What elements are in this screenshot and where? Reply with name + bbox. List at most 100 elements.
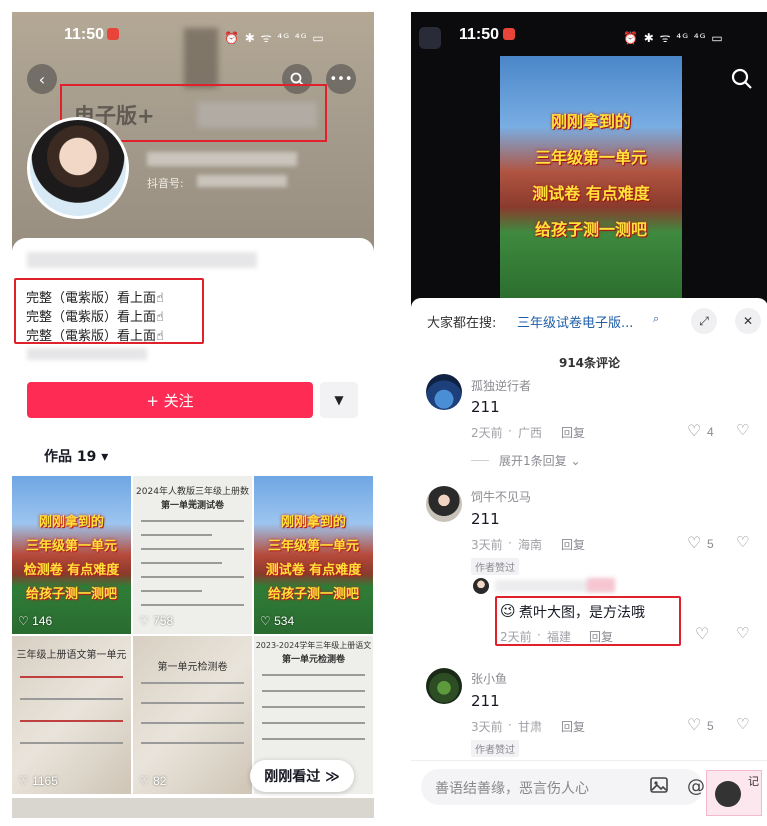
like-count: 5: [707, 719, 714, 733]
comment-text: 211: [471, 510, 500, 528]
douyin-id-label: 抖音号:: [147, 177, 184, 190]
bio-line-3: 完整（電紫版）看上面☝: [26, 329, 164, 344]
paper-line: [20, 698, 123, 700]
paper-line: [141, 562, 222, 564]
thumb-title-line: 测试卷 有点难度: [265, 563, 362, 578]
comment-author[interactable]: 饲牛不见马: [471, 488, 531, 505]
paper-line: [141, 742, 244, 744]
works-tab[interactable]: 作品 19 ▾: [44, 446, 108, 466]
reply-button[interactable]: 回复: [561, 424, 585, 441]
dislike-button[interactable]: ♡: [736, 624, 749, 642]
heart-icon: ♡: [687, 533, 702, 552]
follow-button[interactable]: + 关注: [27, 382, 313, 418]
heart-icon: ♡: [18, 614, 33, 628]
paper-line: [20, 742, 123, 744]
avatar[interactable]: [27, 117, 129, 219]
paper-line: [262, 690, 365, 692]
like-button[interactable]: ♡: [687, 421, 701, 440]
grid-row-partial: [12, 798, 374, 818]
video-title-line: 三年级第一单元: [534, 148, 647, 167]
paper-line: [262, 722, 365, 724]
video-thumb-2[interactable]: 2024年人教版三年级上册数学 第一单元测试卷 ♡ 758: [133, 476, 252, 634]
video-search-button[interactable]: [731, 68, 753, 94]
avatar[interactable]: [426, 668, 462, 704]
like-button[interactable]: ♡: [687, 715, 701, 734]
bio-line-2: 完整（電紫版）看上面☝: [26, 310, 164, 325]
video-thumb-1[interactable]: 刚刚拿到的 三年级第一单元 检测卷 有点难度 给孩子测一测吧 ♡ 146: [12, 476, 131, 634]
video-comments-screen: 11:50 ⏰ ✱ ᯤ ⁴ᴳ ⁴ᴳ ▭ 刚刚拿到的 三年级第一单元 测试卷 有点…: [411, 12, 767, 818]
comment-location: 甘肃: [518, 720, 543, 734]
broken-heart-icon: ♡: [736, 715, 750, 733]
reply-button[interactable]: 回复: [589, 628, 613, 645]
at-icon: @: [687, 776, 705, 797]
paper-heading: 2023-2024学年三年级上册语文: [255, 641, 372, 650]
profile-screen: 11:50 ⏰ ✱ ᯤ ⁴ᴳ ⁴ᴳ ▭ ‹ ••• 电子版+ 抖音号: 完整（電…: [12, 12, 374, 818]
video-thumb-5[interactable]: 第一单元检测卷 ♡ 82: [133, 636, 252, 794]
heart-icon: ♡: [139, 614, 154, 628]
comment-separator: ·: [508, 718, 512, 732]
paper-line: [262, 674, 365, 676]
like-button[interactable]: ♡: [687, 533, 701, 552]
avatar[interactable]: [426, 486, 462, 522]
comment-text: 211: [471, 398, 500, 416]
blurred-stats-row: [27, 252, 257, 268]
search-icon: [731, 68, 752, 89]
video-player[interactable]: 刚刚拿到的 三年级第一单元 测试卷 有点难度 给孩子测一测吧: [500, 56, 682, 308]
comment-time: 3天前: [471, 720, 503, 734]
expand-button[interactable]: ⤢: [691, 308, 717, 334]
comment-separator: ·: [508, 424, 512, 438]
comment-author[interactable]: 张小鱼: [471, 670, 507, 687]
broken-heart-icon: ♡: [736, 421, 750, 439]
expand-replies-button[interactable]: 展开1条回复 ⌄: [499, 452, 581, 469]
comment-input-placeholder: 善语结善缘，恶言伤人心: [435, 781, 589, 797]
thumb-title-line: 三年级第一单元: [267, 539, 359, 554]
expand-icon: ⤢: [699, 313, 709, 328]
more-button[interactable]: •••: [326, 64, 356, 94]
recommend-dropdown-button[interactable]: ▼: [320, 382, 358, 418]
video-title-line: 刚刚拿到的: [550, 112, 631, 131]
paper-heading: 第一单元检测卷: [157, 662, 228, 673]
heart-icon: ♡: [18, 774, 33, 788]
close-button[interactable]: ✕: [735, 308, 761, 334]
image-button[interactable]: [649, 775, 669, 799]
mention-button[interactable]: @: [687, 776, 705, 797]
avatar[interactable]: [426, 374, 462, 410]
blurred-author-badge: [587, 578, 615, 592]
app-icon: [419, 27, 441, 49]
paper-line: [141, 604, 244, 606]
comment-location: 福建: [547, 630, 572, 644]
comment-location: 广西: [518, 426, 543, 440]
just-watched-button[interactable]: 刚刚看过 ≫: [250, 760, 354, 792]
reply-button[interactable]: 回复: [561, 536, 585, 553]
avatar[interactable]: [473, 578, 489, 594]
dislike-button[interactable]: ♡: [736, 533, 749, 551]
comment-separator: ·: [537, 628, 541, 642]
author-liked-badge: 作者赞过: [471, 740, 519, 757]
thumb-title-line: 刚刚拿到的: [38, 515, 104, 530]
video-title-line: 给孩子测一测吧: [534, 220, 647, 239]
notification-icon: [503, 28, 515, 40]
video-thumb-3[interactable]: 刚刚拿到的 三年级第一单元 测试卷 有点难度 给孩子测一测吧 ♡ 534: [254, 476, 373, 634]
video-title-line: 测试卷 有点难度: [532, 184, 650, 203]
emoji-icon: 😉: [500, 602, 516, 620]
broken-heart-icon: ♡: [736, 624, 750, 642]
blurred-region: [184, 28, 218, 88]
trending-search-link[interactable]: 三年级试卷电子版...: [517, 312, 633, 331]
dislike-button[interactable]: ♡: [736, 715, 749, 733]
reply-button[interactable]: 回复: [561, 718, 585, 735]
comment-author[interactable]: 孤独逆行者: [471, 377, 531, 394]
comment-text: 211: [471, 692, 500, 710]
chevron-left-icon: ‹: [38, 69, 46, 89]
thumb-likes: ♡ 534: [260, 614, 295, 628]
paper-line: [141, 682, 244, 684]
video-thumb-4[interactable]: 三年级上册语文第一单元 ♡ 1165: [12, 636, 131, 794]
dislike-button[interactable]: ♡: [736, 421, 749, 439]
blurred-nickname: [197, 102, 317, 128]
watermark-sticker: 记: [706, 770, 762, 816]
thumb-title-line: 给孩子测一测吧: [25, 587, 117, 602]
blurred-stats: [147, 152, 297, 166]
back-button[interactable]: ‹: [27, 64, 57, 94]
like-button[interactable]: ♡: [695, 624, 709, 643]
comment-text: 煮叶大图，是方法哦: [519, 605, 645, 621]
paper-line: [20, 720, 123, 722]
